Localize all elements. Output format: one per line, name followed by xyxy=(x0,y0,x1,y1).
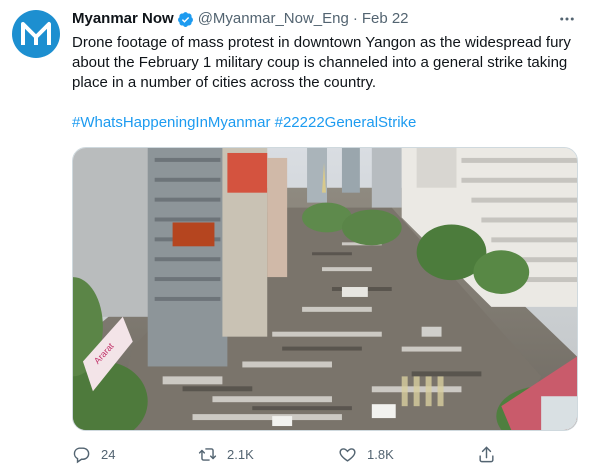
tweet-text: Drone footage of mass protest in downtow… xyxy=(72,34,571,91)
hashtag-link[interactable]: #WhatsHappeningInMyanmar xyxy=(72,114,270,131)
avatar[interactable] xyxy=(12,10,60,58)
tweet-header: Myanmar Now @Myanmar_Now_Eng · Feb 22 xyxy=(72,9,579,29)
tweet-actions: 24 2.1K 1.8K xyxy=(72,441,502,467)
tweet-media-image[interactable]: Ararat xyxy=(72,147,578,431)
hashtags: #WhatsHappeningInMyanmar #22222GeneralSt… xyxy=(72,113,416,133)
author-name[interactable]: Myanmar Now xyxy=(72,9,174,29)
verified-badge-icon xyxy=(177,11,193,27)
retweet-count: 2.1K xyxy=(227,446,254,462)
myanmar-now-logo xyxy=(21,22,51,45)
retweet-icon xyxy=(198,447,217,461)
separator-dot: · xyxy=(352,10,358,27)
heart-icon xyxy=(339,447,356,462)
reply-button[interactable]: 24 xyxy=(72,445,115,464)
share-button[interactable] xyxy=(477,445,506,464)
hashtag-link[interactable]: #22222GeneralStrike xyxy=(275,114,417,131)
reply-count: 24 xyxy=(101,446,116,462)
protest-drone-photo: Ararat xyxy=(73,148,577,430)
like-count: 1.8K xyxy=(367,446,394,462)
more-dots-icon[interactable] xyxy=(555,9,579,29)
share-icon xyxy=(479,446,494,462)
reply-icon xyxy=(73,446,90,463)
like-button[interactable]: 1.8K xyxy=(338,445,394,464)
retweet-button[interactable]: 2.1K xyxy=(198,445,254,464)
author-handle[interactable]: @Myanmar_Now_Eng xyxy=(198,9,349,29)
tweet-date[interactable]: Feb 22 xyxy=(362,9,409,29)
